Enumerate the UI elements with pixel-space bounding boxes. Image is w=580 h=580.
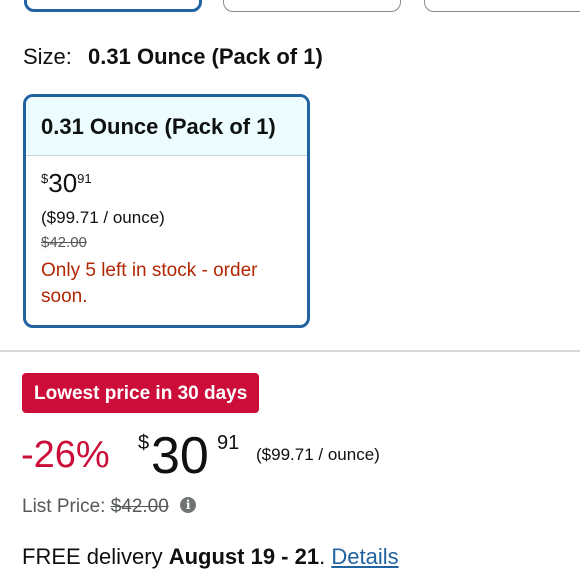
price-whole: 30 [151, 427, 209, 485]
section-divider [0, 350, 580, 352]
size-selected-value: 0.31 Ounce (Pack of 1) [88, 44, 323, 69]
list-price-value: $42.00 [110, 496, 169, 517]
size-option-list-price: $42.00 [41, 234, 87, 251]
price-symbol: $ [41, 171, 49, 186]
delivery-separator: . [319, 544, 326, 569]
discount-percent: -26% [21, 434, 110, 476]
list-price-row: List Price: $42.00 i [22, 496, 197, 518]
price-fraction: 91 [217, 432, 240, 454]
info-icon[interactable]: i [180, 496, 197, 513]
size-label: Size: [23, 44, 72, 69]
delivery-prefix: FREE delivery [22, 544, 163, 569]
details-link[interactable]: Details [331, 544, 398, 569]
unit-price: ($99.71 / ounce) [256, 445, 380, 464]
price-symbol: $ [138, 432, 150, 454]
deal-badge: Lowest price in 30 days [22, 373, 260, 413]
list-price-label: List Price: [22, 496, 106, 517]
size-selector-label: Size: 0.31 Ounce (Pack of 1) [23, 42, 323, 72]
size-option-price: $3091 [41, 170, 92, 196]
option-tile-selected[interactable] [24, 0, 202, 12]
size-option-card[interactable]: 0.31 Ounce (Pack of 1) $3091 ($99.71 / o… [23, 94, 310, 328]
stock-message: Only 5 left in stock - order soon. [41, 260, 258, 307]
price-whole: 30 [48, 168, 78, 198]
option-tile[interactable] [424, 0, 580, 12]
product-page: Size: 0.31 Ounce (Pack of 1) 0.31 Ounce … [0, 0, 580, 580]
size-option-unit-price: ($99.71 / ounce) [41, 208, 165, 227]
price-fraction: 91 [77, 171, 92, 186]
option-tile[interactable] [223, 0, 401, 12]
size-option-title: 0.31 Ounce (Pack of 1) [26, 97, 307, 156]
delivery-message: FREE delivery August 19 - 21. Details [22, 544, 399, 570]
delivery-dates: August 19 - 21 [168, 544, 320, 569]
